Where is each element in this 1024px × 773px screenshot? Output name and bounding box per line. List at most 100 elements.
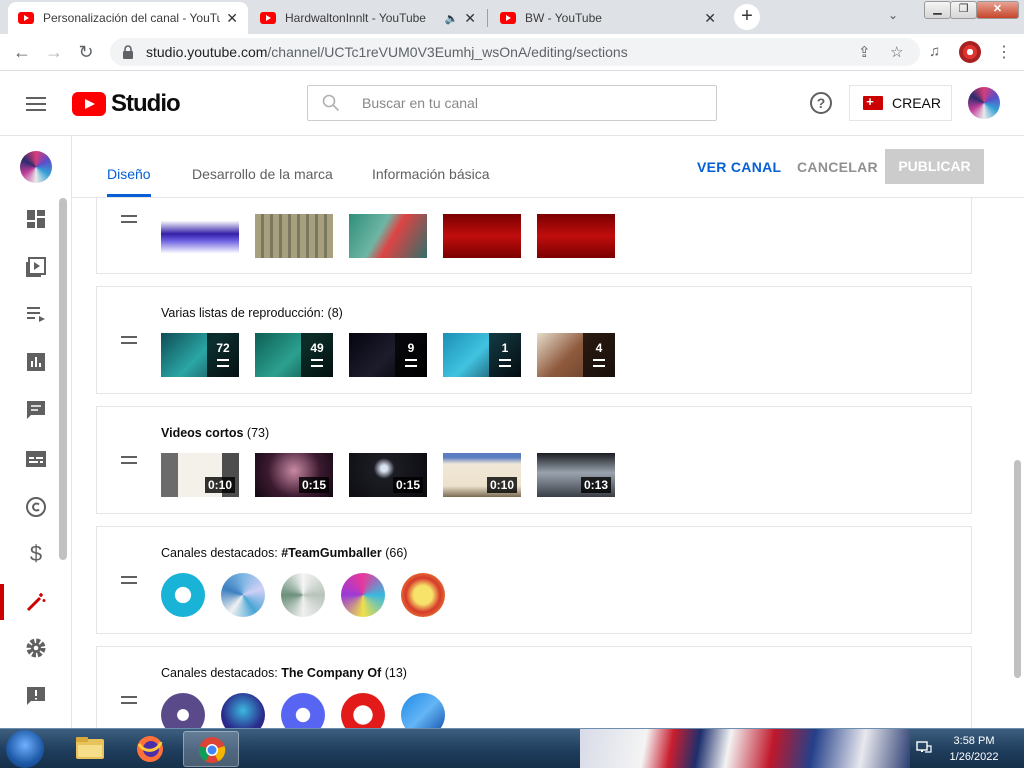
taskbar-chrome[interactable]	[183, 731, 239, 767]
drag-handle-icon[interactable]	[121, 576, 137, 586]
cancel-button[interactable]: CANCELAR	[797, 159, 878, 175]
tab-close-icon[interactable]: ✕	[464, 10, 476, 27]
bookmark-star-icon[interactable]: ☆	[890, 43, 903, 61]
analytics-icon[interactable]	[24, 350, 48, 374]
hamburger-menu-icon[interactable]	[26, 97, 46, 111]
browser-tab-3[interactable]: BW - YouTube ✕	[490, 2, 726, 34]
new-tab-button[interactable]: +	[734, 4, 760, 30]
short-thumbnail[interactable]: 0:15	[255, 453, 333, 497]
playlist-icon	[593, 359, 605, 367]
help-icon[interactable]: ?	[810, 92, 832, 114]
maximize-button[interactable]: ❐	[950, 1, 977, 19]
playlist-thumbnail[interactable]: 1	[443, 333, 521, 377]
create-button-label: CREAR	[892, 95, 942, 111]
system-clock[interactable]: 3:58 PM 1/26/2022	[944, 733, 1004, 765]
short-thumbnail[interactable]: 0:15	[349, 453, 427, 497]
tab-close-icon[interactable]: ✕	[704, 10, 716, 27]
share-icon[interactable]: ⇪	[858, 43, 871, 61]
search-input[interactable]	[362, 95, 702, 111]
create-button[interactable]: CREAR	[849, 85, 952, 121]
tab-search-chevron-icon[interactable]: ⌄	[888, 8, 898, 22]
playlist-thumbnail[interactable]: 49	[255, 333, 333, 377]
channel-avatar[interactable]	[20, 151, 52, 183]
channel-avatar[interactable]	[341, 573, 385, 617]
playlist-thumbnail[interactable]: 9	[349, 333, 427, 377]
back-arrow-icon[interactable]: ←	[10, 42, 34, 63]
clock-date: 1/26/2022	[949, 751, 999, 763]
browser-tab-2[interactable]: HardwaltonInnlt - YouTube 🔈 ✕	[250, 2, 486, 34]
feedback-icon[interactable]	[24, 684, 48, 708]
video-thumbnail[interactable]	[537, 214, 615, 258]
clock-time: 3:58 PM	[953, 735, 995, 747]
taskbar-firefox[interactable]	[122, 731, 178, 767]
url-bar[interactable]: studio.youtube.com/channel/UCTc1reVUM0V3…	[110, 38, 920, 66]
content-icon[interactable]	[24, 255, 48, 279]
discord-avatar[interactable]	[281, 693, 325, 728]
channel-avatar[interactable]	[221, 573, 265, 617]
comments-icon[interactable]	[24, 398, 48, 422]
sidebar-scrollbar[interactable]	[59, 198, 67, 560]
reload-icon[interactable]: ↻	[74, 42, 98, 63]
firefox-icon	[137, 736, 163, 762]
short-thumbnail[interactable]: 0:10	[443, 453, 521, 497]
short-duration: 0:13	[580, 477, 611, 493]
video-thumbnail[interactable]	[161, 214, 239, 258]
short-duration: 0:15	[392, 477, 423, 493]
url-path: /channel/UCTc1reVUM0V3Eumhj_wsOnA/editin…	[267, 44, 628, 60]
channel-search-box[interactable]	[307, 85, 717, 121]
playlist-count: 49	[301, 333, 333, 377]
section-title: Canales destacados: #TeamGumballer (66)	[161, 546, 408, 560]
channel-avatar[interactable]	[281, 573, 325, 617]
channel-avatar[interactable]	[341, 693, 385, 728]
active-nav-indicator	[0, 584, 4, 620]
section-card-featured-channels: Canales destacados: The Company Of (13)	[96, 646, 972, 728]
start-button[interactable]	[6, 730, 44, 768]
forward-arrow-icon[interactable]: →	[42, 42, 66, 63]
tab-layout[interactable]: Diseño	[107, 166, 151, 182]
account-avatar[interactable]	[968, 87, 1000, 119]
settings-gear-icon[interactable]	[24, 636, 48, 660]
playlist-count: 4	[583, 333, 615, 377]
studio-logo[interactable]: Studio	[72, 90, 181, 118]
profile-avatar[interactable]	[959, 41, 981, 63]
media-control-icon[interactable]: ♫	[929, 43, 940, 60]
tab-close-icon[interactable]: ✕	[226, 10, 238, 27]
browser-tab-1[interactable]: Personalización del canal - YouTube ✕	[8, 2, 248, 34]
monetization-icon[interactable]: $	[24, 542, 48, 566]
short-thumbnail[interactable]: 0:10	[161, 453, 239, 497]
video-thumbnail[interactable]	[349, 214, 427, 258]
playlists-icon[interactable]	[24, 302, 48, 326]
channel-avatar[interactable]	[221, 693, 265, 728]
publish-button[interactable]: PUBLICAR	[885, 149, 984, 184]
tab-basic-info[interactable]: Información básica	[372, 166, 490, 182]
tab-branding[interactable]: Desarrollo de la marca	[192, 166, 333, 182]
speaker-icon[interactable]: 🔈	[445, 12, 459, 25]
window-close-button[interactable]: ✕	[976, 1, 1019, 19]
video-thumbnail[interactable]	[443, 214, 521, 258]
drag-handle-icon[interactable]	[121, 456, 137, 466]
taskbar-explorer[interactable]	[62, 731, 118, 767]
video-thumbnail[interactable]	[255, 214, 333, 258]
view-channel-button[interactable]: VER CANAL	[697, 159, 781, 175]
subtitles-icon[interactable]	[24, 447, 48, 471]
customization-wand-icon[interactable]	[24, 590, 48, 614]
dashboard-icon[interactable]	[24, 207, 48, 231]
browser-menu-icon[interactable]: ⋮	[996, 42, 1012, 62]
drag-handle-icon[interactable]	[121, 215, 137, 225]
channel-avatar[interactable]	[161, 573, 205, 617]
channel-avatar[interactable]	[161, 693, 205, 728]
playlist-thumbnail[interactable]: 4	[537, 333, 615, 377]
url-host: studio.youtube.com	[146, 44, 268, 60]
drag-handle-icon[interactable]	[121, 696, 137, 706]
content-scrollbar[interactable]	[1014, 460, 1021, 678]
channel-avatar[interactable]	[401, 573, 445, 617]
youtube-favicon-icon	[500, 12, 516, 24]
playlist-thumbnail[interactable]: 72	[161, 333, 239, 377]
channel-avatar[interactable]	[401, 693, 445, 728]
copyright-icon[interactable]	[24, 495, 48, 519]
short-duration: 0:10	[204, 477, 235, 493]
short-thumbnail[interactable]: 0:13	[537, 453, 615, 497]
minimize-button[interactable]: ▁	[924, 1, 951, 19]
drag-handle-icon[interactable]	[121, 336, 137, 346]
network-tray-icon[interactable]	[916, 740, 932, 754]
